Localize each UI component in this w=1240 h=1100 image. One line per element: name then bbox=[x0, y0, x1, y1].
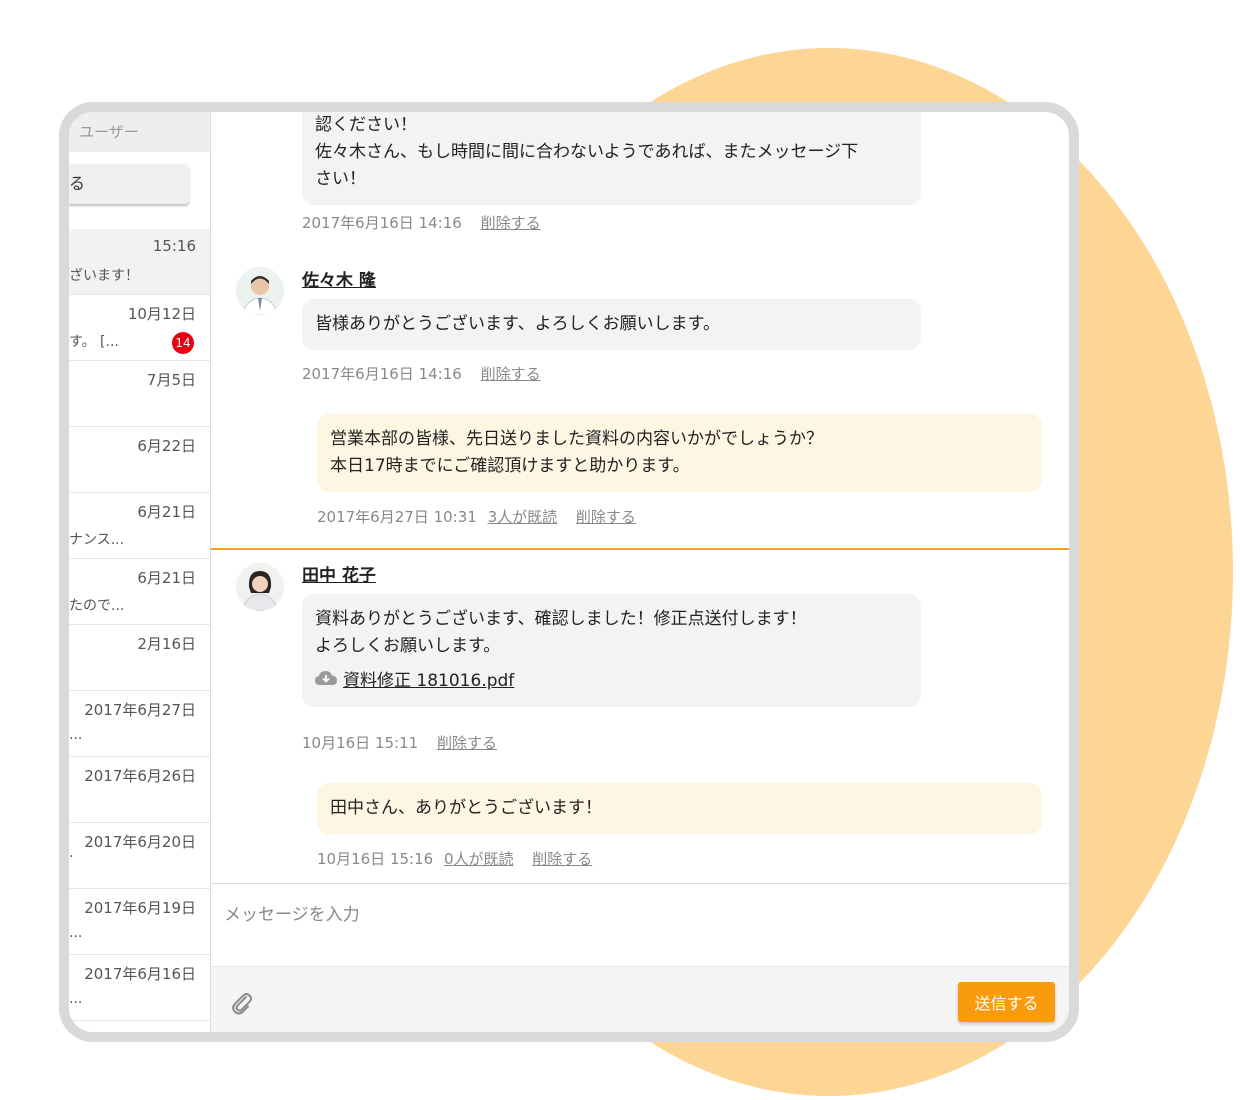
conversation-item[interactable]: 10月12日 す。 [... 14 bbox=[69, 295, 210, 361]
conversation-preview: ざいます！ bbox=[69, 268, 139, 284]
conversation-item[interactable]: 2017年6月27日 ... bbox=[69, 691, 210, 757]
filter-button[interactable]: る bbox=[69, 164, 189, 204]
message-timestamp: 10月16日 15:11 bbox=[302, 734, 419, 752]
message-timestamp: 2017年6月16日 14:16 bbox=[302, 365, 462, 383]
conversation-date: 2017年6月27日 bbox=[84, 701, 196, 719]
conversation-item[interactable]: 6月21日 たので... bbox=[69, 559, 210, 625]
conversation-preview: ... bbox=[69, 991, 83, 1007]
message-meta: 2017年6月27日 10:31 3人が既読 削除する bbox=[317, 506, 636, 527]
conversation-item[interactable]: 15:16 ざいます！ bbox=[69, 229, 210, 295]
message-text: 皆様ありがとうございます、よろしくお願いします。 bbox=[315, 314, 720, 334]
message-line: 資料ありがとうございます、確認しました！修正点送付します！ bbox=[315, 609, 807, 629]
conversation-date: 2月16日 bbox=[137, 635, 196, 653]
message-bubble: 資料ありがとうございます、確認しました！修正点送付します！ よろしくお願いします… bbox=[302, 594, 921, 707]
message-timestamp: 2017年6月16日 14:16 bbox=[302, 214, 462, 232]
conversation-date: 6月21日 bbox=[137, 503, 196, 521]
message-text: 田中さん、ありがとうございます！ bbox=[330, 798, 602, 818]
delete-link[interactable]: 削除する bbox=[481, 365, 541, 383]
message-input[interactable]: メッセージを入力 bbox=[211, 884, 1069, 966]
conversation-item[interactable]: 2017年6月16日 ... bbox=[69, 955, 210, 1021]
conversation-date: 2017年6月19日 bbox=[84, 899, 196, 917]
file-attachment[interactable]: 資料修正 181016.pdf bbox=[315, 668, 908, 695]
user-search-label: ユーザー bbox=[79, 123, 139, 141]
user-search-bar[interactable]: ユーザー bbox=[69, 112, 210, 152]
read-receipt-link[interactable]: 0人が既読 bbox=[444, 850, 514, 868]
message-input-placeholder: メッセージを入力 bbox=[224, 905, 360, 925]
composer-toolbar: 送信する bbox=[211, 966, 1069, 1032]
file-name-link[interactable]: 資料修正 181016.pdf bbox=[343, 668, 514, 695]
conversation-preview: ナンス... bbox=[69, 532, 125, 548]
conversation-preview: ... bbox=[69, 727, 83, 743]
own-message-bubble: 営業本部の皆様、先日送りました資料の内容いかがでしょうか？ 本日17時までにご確… bbox=[317, 414, 1042, 492]
send-button[interactable]: 送信する bbox=[958, 982, 1055, 1022]
conversation-date: 15:16 bbox=[152, 237, 196, 255]
message-meta: 10月16日 15:11 削除する bbox=[302, 732, 497, 753]
paperclip-icon[interactable] bbox=[231, 991, 253, 1019]
conversation-date: 2017年6月16日 bbox=[84, 965, 196, 983]
message-timestamp: 10月16日 15:16 bbox=[317, 850, 434, 868]
conversation-preview: . bbox=[69, 845, 74, 861]
message-bubble: 認ください！ 佐々木さん、もし時間に間に合わないようであれば、またメッセージ下 … bbox=[302, 112, 921, 205]
conversation-item[interactable]: 2月16日 bbox=[69, 625, 210, 691]
read-receipt-link[interactable]: 3人が既読 bbox=[488, 508, 558, 526]
delete-link[interactable]: 削除する bbox=[576, 508, 636, 526]
conversation-item[interactable]: 2017年6月19日 ... bbox=[69, 889, 210, 955]
message-line: 営業本部の皆様、先日送りました資料の内容いかがでしょうか？ bbox=[330, 429, 823, 449]
message-thread: 認ください！ 佐々木さん、もし時間に間に合わないようであれば、またメッセージ下 … bbox=[211, 112, 1069, 883]
message-meta: 2017年6月16日 14:16 削除する bbox=[302, 363, 541, 384]
unread-badge: 14 bbox=[172, 332, 194, 354]
conversation-item[interactable]: 2017年6月20日 . bbox=[69, 823, 210, 889]
tablet-frame: ユーザー る 15:16 ざいます！ 10月12日 す。 [... 14 7月5… bbox=[59, 102, 1079, 1042]
conversation-preview: たので... bbox=[69, 598, 125, 614]
message-line: よろしくお願いします。 bbox=[315, 636, 501, 656]
message-timestamp: 2017年6月27日 10:31 bbox=[317, 508, 477, 526]
message-bubble: 皆様ありがとうございます、よろしくお願いします。 bbox=[302, 299, 921, 350]
conversation-item[interactable]: 6月22日 bbox=[69, 427, 210, 493]
message-line: さい！ bbox=[315, 169, 366, 189]
conversation-date: 7月5日 bbox=[146, 371, 196, 389]
message-composer: メッセージを入力 送信する bbox=[211, 883, 1069, 1032]
cloud-download-icon bbox=[315, 668, 337, 695]
conversation-date: 2017年6月26日 bbox=[84, 767, 196, 785]
conversation-item[interactable]: 2017年6月26日 bbox=[69, 757, 210, 823]
delete-link[interactable]: 削除する bbox=[437, 734, 497, 752]
own-message-bubble: 田中さん、ありがとうございます！ bbox=[317, 783, 1042, 834]
avatar bbox=[236, 563, 284, 611]
avatar bbox=[236, 267, 284, 315]
conversation-item[interactable]: 7月5日 bbox=[69, 361, 210, 427]
conversation-date: 2017年6月20日 bbox=[84, 833, 196, 851]
sender-name[interactable]: 田中 花子 bbox=[302, 561, 376, 586]
message-meta: 2017年6月16日 14:16 削除する bbox=[302, 212, 541, 233]
conversation-sidebar: ユーザー る 15:16 ざいます！ 10月12日 す。 [... 14 7月5… bbox=[69, 112, 211, 1032]
delete-link[interactable]: 削除する bbox=[532, 850, 592, 868]
conversation-item[interactable]: 6月21日 ナンス... bbox=[69, 493, 210, 559]
conversation-preview: す。 [... bbox=[69, 334, 119, 350]
message-line: 本日17時までにご確認頂けますと助かります。 bbox=[330, 456, 690, 476]
chat-panel: 認ください！ 佐々木さん、もし時間に間に合わないようであれば、またメッセージ下 … bbox=[211, 112, 1069, 1032]
conversation-preview: ... bbox=[69, 925, 83, 941]
message-line: 認ください！ bbox=[315, 115, 417, 135]
conversation-date: 10月12日 bbox=[127, 305, 196, 323]
conversation-date: 6月21日 bbox=[137, 569, 196, 587]
delete-link[interactable]: 削除する bbox=[481, 214, 541, 232]
conversation-list: 15:16 ざいます！ 10月12日 す。 [... 14 7月5日 6月22日… bbox=[69, 229, 210, 1021]
sender-name[interactable]: 佐々木 隆 bbox=[302, 266, 376, 291]
conversation-date: 6月22日 bbox=[137, 437, 196, 455]
message-line: 佐々木さん、もし時間に間に合わないようであれば、またメッセージ下 bbox=[315, 142, 859, 162]
unread-divider bbox=[211, 548, 1069, 550]
message-meta: 10月16日 15:16 0人が既読 削除する bbox=[317, 848, 592, 869]
